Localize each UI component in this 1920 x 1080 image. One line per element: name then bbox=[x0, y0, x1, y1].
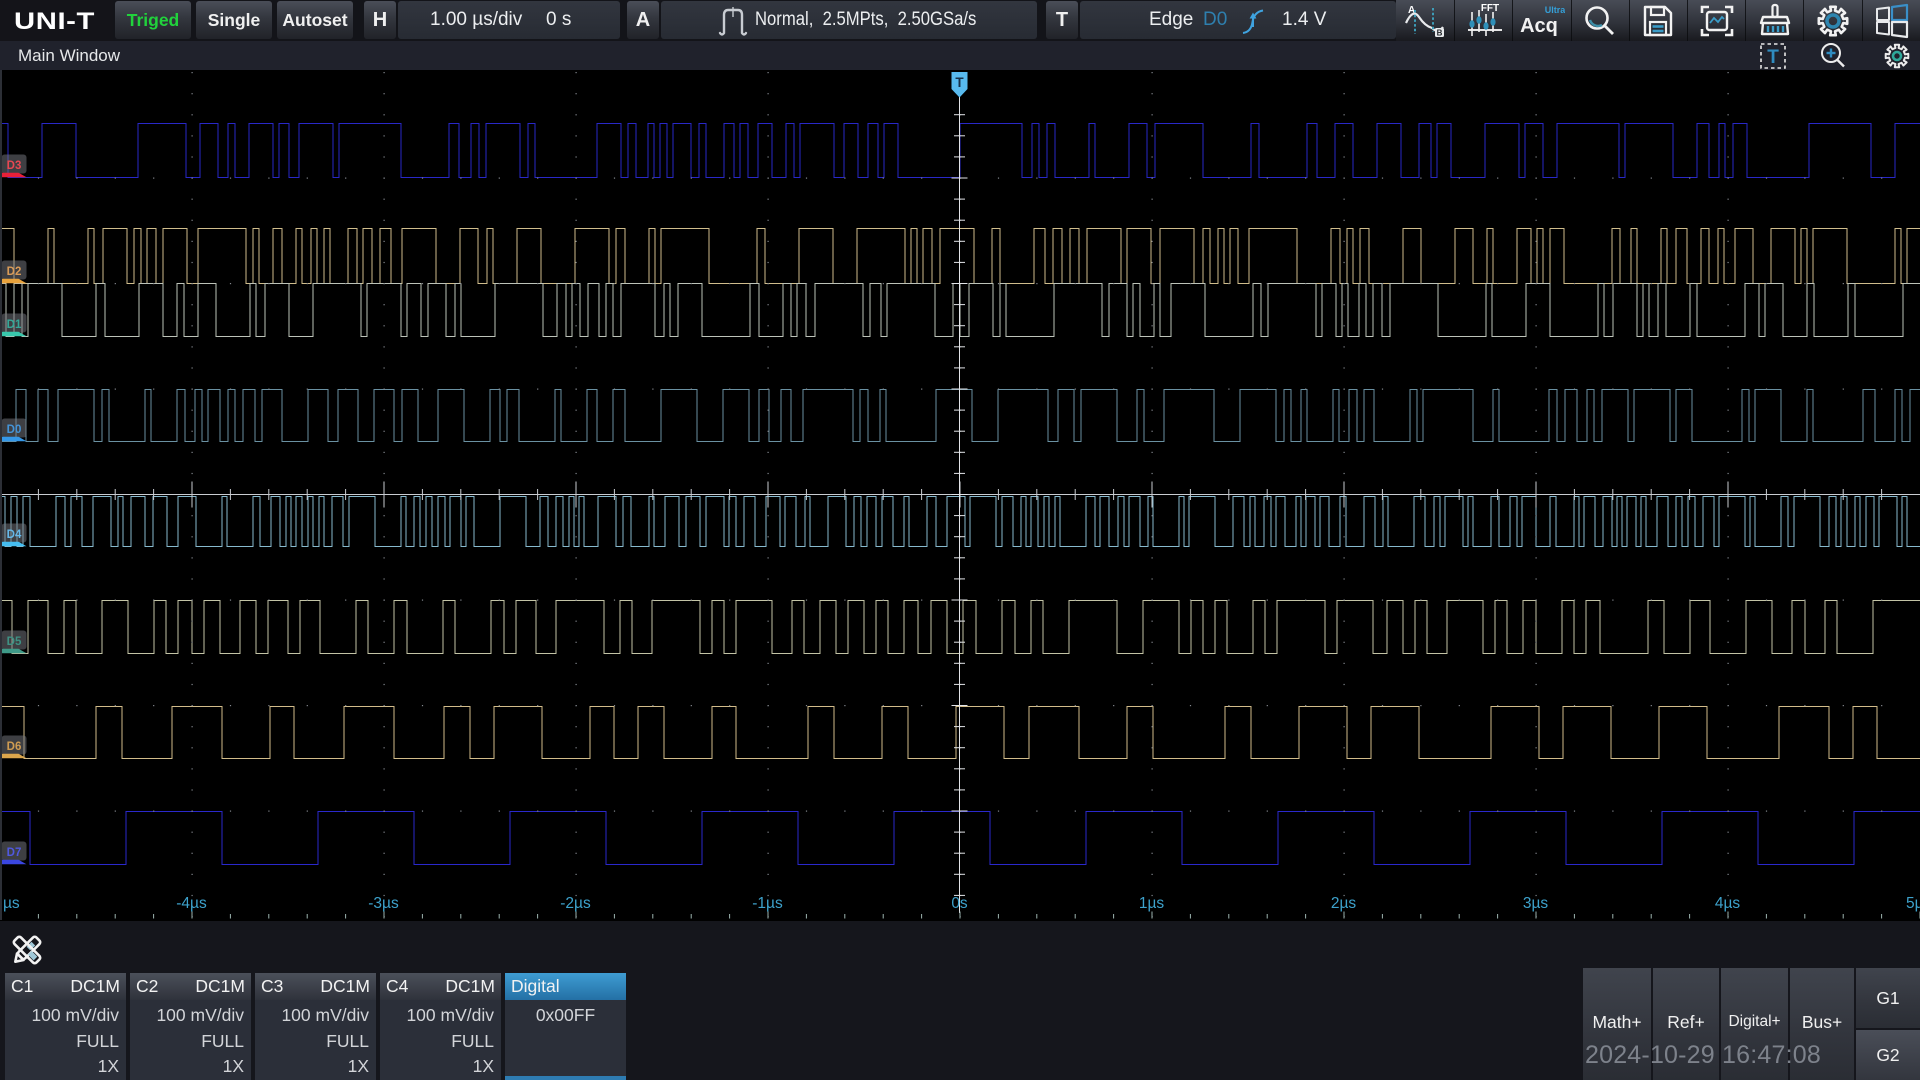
svg-text:2µs: 2µs bbox=[1331, 895, 1357, 912]
svg-text:µs: µs bbox=[3, 895, 20, 912]
svg-text:D1: D1 bbox=[7, 319, 22, 331]
svg-text:-4µs: -4µs bbox=[176, 895, 207, 912]
svg-text:D2: D2 bbox=[7, 266, 22, 278]
svg-text:T: T bbox=[955, 75, 964, 90]
svg-text:D4: D4 bbox=[7, 529, 22, 541]
svg-text:Acq: Acq bbox=[1520, 15, 1558, 37]
svg-text:T: T bbox=[1767, 47, 1779, 68]
svg-text:D6: D6 bbox=[7, 741, 22, 753]
svg-text:4µs: 4µs bbox=[1715, 895, 1741, 912]
svg-text:3µs: 3µs bbox=[1523, 895, 1549, 912]
svg-text:FFT: FFT bbox=[1481, 3, 1499, 14]
svg-text:D0: D0 bbox=[7, 424, 22, 436]
svg-text:-3µs: -3µs bbox=[368, 895, 399, 912]
svg-text:1µs: 1µs bbox=[1139, 895, 1165, 912]
svg-text:0s: 0s bbox=[951, 895, 968, 912]
svg-text:D3: D3 bbox=[7, 160, 22, 172]
svg-text:D5: D5 bbox=[7, 636, 22, 648]
svg-text:-2µs: -2µs bbox=[560, 895, 591, 912]
svg-text:-1µs: -1µs bbox=[752, 895, 783, 912]
svg-text:5µs: 5µs bbox=[1906, 895, 1920, 912]
svg-text:Ultra: Ultra bbox=[1545, 5, 1565, 15]
svg-text:B: B bbox=[1437, 28, 1443, 37]
svg-text:UNI-T: UNI-T bbox=[14, 8, 95, 35]
svg-text:D7: D7 bbox=[7, 847, 22, 859]
